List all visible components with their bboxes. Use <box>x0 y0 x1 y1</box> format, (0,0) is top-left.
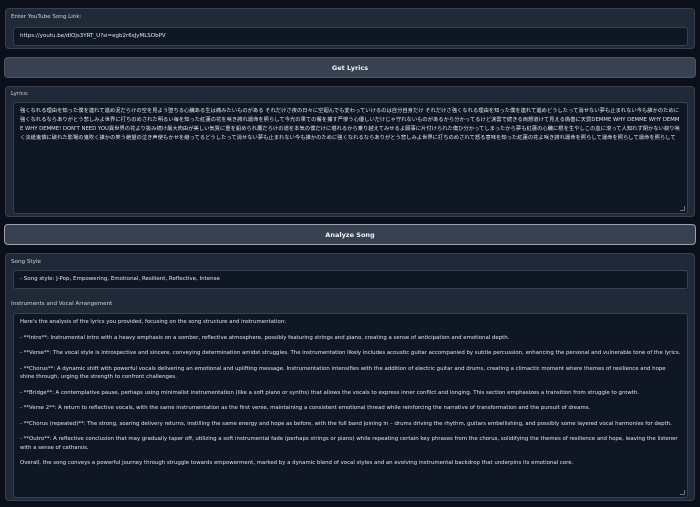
analysis-paragraph-chorus: - **Chorus**: A dynamic shift with power… <box>20 365 666 381</box>
lyrics-label: Lyrics: <box>11 91 29 97</box>
analysis-paragraph-verse: - **Verse**: The vocal style is introspe… <box>20 350 681 356</box>
youtube-link-value[interactable]: https://youtu.be/dIOjs3YRT_U?si=egb2r6sJ… <box>14 28 687 43</box>
get-lyrics-button[interactable]: Get Lyrics <box>4 57 696 78</box>
resize-handle-icon[interactable] <box>680 206 685 211</box>
song-style-output[interactable]: - Song style: J-Pop, Empowering, Emotion… <box>13 270 688 289</box>
arrangement-label: Instruments and Vocal Arrangement <box>11 301 113 307</box>
analysis-paragraph-intro: - **Intro**: Instrumental intro with a h… <box>20 334 510 341</box>
analysis-paragraph-overall: Overall, the song conveys a powerful jou… <box>20 460 574 466</box>
analyze-song-button[interactable]: Analyze Song <box>4 224 696 245</box>
analysis-paragraph-verse-2: - **Verse 2**: A return to reflective vo… <box>20 405 591 411</box>
lyrics-panel: Lyrics: 強くなれる理由を知った僕を連れて進め泥だらけの空を見よう堕ちる心… <box>5 86 695 217</box>
youtube-link-input[interactable]: https://youtu.be/dIOjs3YRT_U?si=egb2r6sJ… <box>13 27 688 46</box>
song-style-label: Song Style <box>11 259 41 265</box>
song-style-value: - Song style: J-Pop, Empowering, Emotion… <box>20 276 220 282</box>
arrangement-text: Here's the analysis of the lyrics you pr… <box>14 314 687 471</box>
analysis-paragraph-outro: - **Outro**: A reflective conclusion tha… <box>20 436 678 451</box>
arrangement-output[interactable]: Here's the analysis of the lyrics you pr… <box>13 313 688 498</box>
analysis-paragraph-intro-line: Here's the analysis of the lyrics you pr… <box>20 319 287 325</box>
youtube-link-panel: Enter YouTube Song Link: https://youtu.b… <box>5 8 695 49</box>
analysis-paragraph-chorus-repeated: - **Chorus (repeated)**: The strong, soa… <box>20 420 672 427</box>
resize-handle-icon[interactable] <box>680 490 685 495</box>
youtube-link-label: Enter YouTube Song Link: <box>11 14 82 20</box>
lyrics-text[interactable]: 強くなれる理由を知った僕を連れて進め泥だらけの空を見よう堕ちる心臓ある生は痛みた… <box>14 103 687 147</box>
lyrics-textarea[interactable]: 強くなれる理由を知った僕を連れて進め泥だらけの空を見よう堕ちる心臓ある生は痛みた… <box>13 102 688 214</box>
analysis-output-panel: Song Style - Song style: J-Pop, Empoweri… <box>5 253 695 501</box>
analysis-paragraph-bridge: - **Bridge**: A contemplative pause, per… <box>20 389 640 396</box>
